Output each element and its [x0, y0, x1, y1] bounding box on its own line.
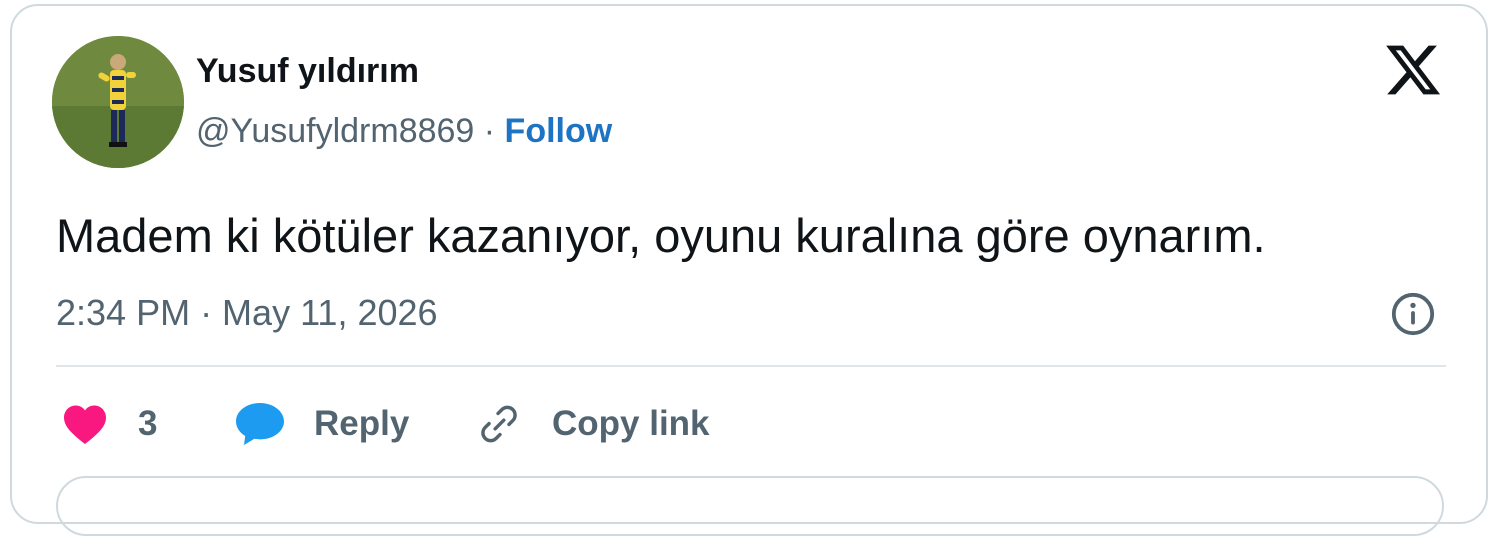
read-replies-button[interactable] [56, 476, 1444, 536]
heart-icon [64, 405, 106, 445]
author-handle[interactable]: @Yusufyldrm8869 [196, 112, 474, 150]
reply-label: Reply [314, 404, 410, 443]
speech-bubble-icon [236, 403, 284, 445]
like-button[interactable]: 3 [62, 398, 157, 450]
like-count: 3 [138, 404, 158, 443]
x-logo-icon[interactable] [1383, 40, 1443, 100]
info-icon[interactable] [1390, 291, 1436, 337]
copy-link-label: Copy link [552, 404, 710, 443]
avatar[interactable] [52, 36, 184, 168]
tweet-text: Madem ki kötüler kazanıyor, oyunu kuralı… [56, 209, 1266, 262]
divider [56, 365, 1446, 367]
copy-link-button[interactable]: Copy link [476, 398, 710, 450]
tweet-timestamp[interactable]: 2:34 PM · May 11, 2026 [56, 292, 438, 334]
handle-separator: · [474, 112, 505, 150]
avatar-image [52, 36, 184, 168]
link-icon [481, 405, 517, 443]
author-handle-row: @Yusufyldrm8869 · Follow [196, 112, 612, 151]
reply-button[interactable]: Reply [234, 398, 409, 450]
author-display-name[interactable]: Yusuf yıldırım [196, 52, 419, 91]
follow-button[interactable]: Follow [505, 112, 613, 150]
